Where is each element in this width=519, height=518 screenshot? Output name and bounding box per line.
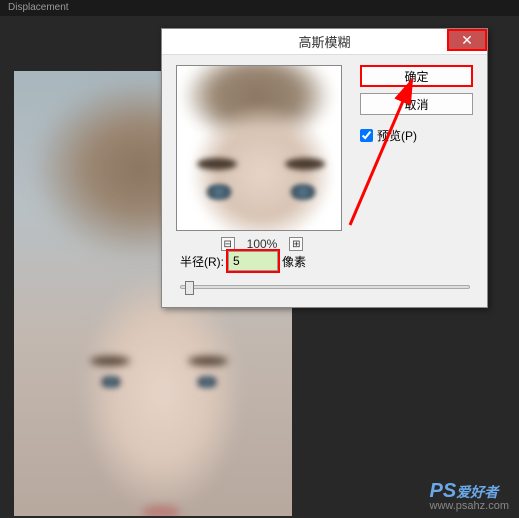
watermark: PS爱好者 www.psahz.com [430, 480, 509, 512]
preview-image[interactable] [176, 65, 342, 231]
document-tab[interactable]: Displacement [0, 0, 519, 16]
preview-checkbox[interactable] [360, 129, 373, 142]
dialog-title-bar[interactable]: 高斯模糊 ✕ [162, 29, 487, 55]
ok-button[interactable]: 确定 [360, 65, 473, 87]
gaussian-blur-dialog: 高斯模糊 ✕ ⊟ 100% ⊞ 确定 取消 [161, 28, 488, 308]
slider-thumb[interactable] [185, 281, 194, 295]
radius-slider[interactable] [180, 285, 470, 289]
close-button[interactable]: ✕ [447, 29, 487, 51]
close-icon: ✕ [461, 32, 473, 49]
preview-label: 预览(P) [377, 127, 417, 144]
zoom-out-button[interactable]: ⊟ [221, 237, 235, 251]
dialog-title: 高斯模糊 [298, 32, 350, 51]
zoom-in-button[interactable]: ⊞ [289, 237, 303, 251]
preview-checkbox-row[interactable]: 预览(P) [360, 127, 473, 144]
radius-unit: 像素 [282, 253, 306, 270]
radius-label: 半径(R): [180, 253, 224, 270]
zoom-value: 100% [247, 237, 278, 251]
radius-input[interactable] [228, 251, 278, 271]
cancel-button[interactable]: 取消 [360, 93, 473, 115]
